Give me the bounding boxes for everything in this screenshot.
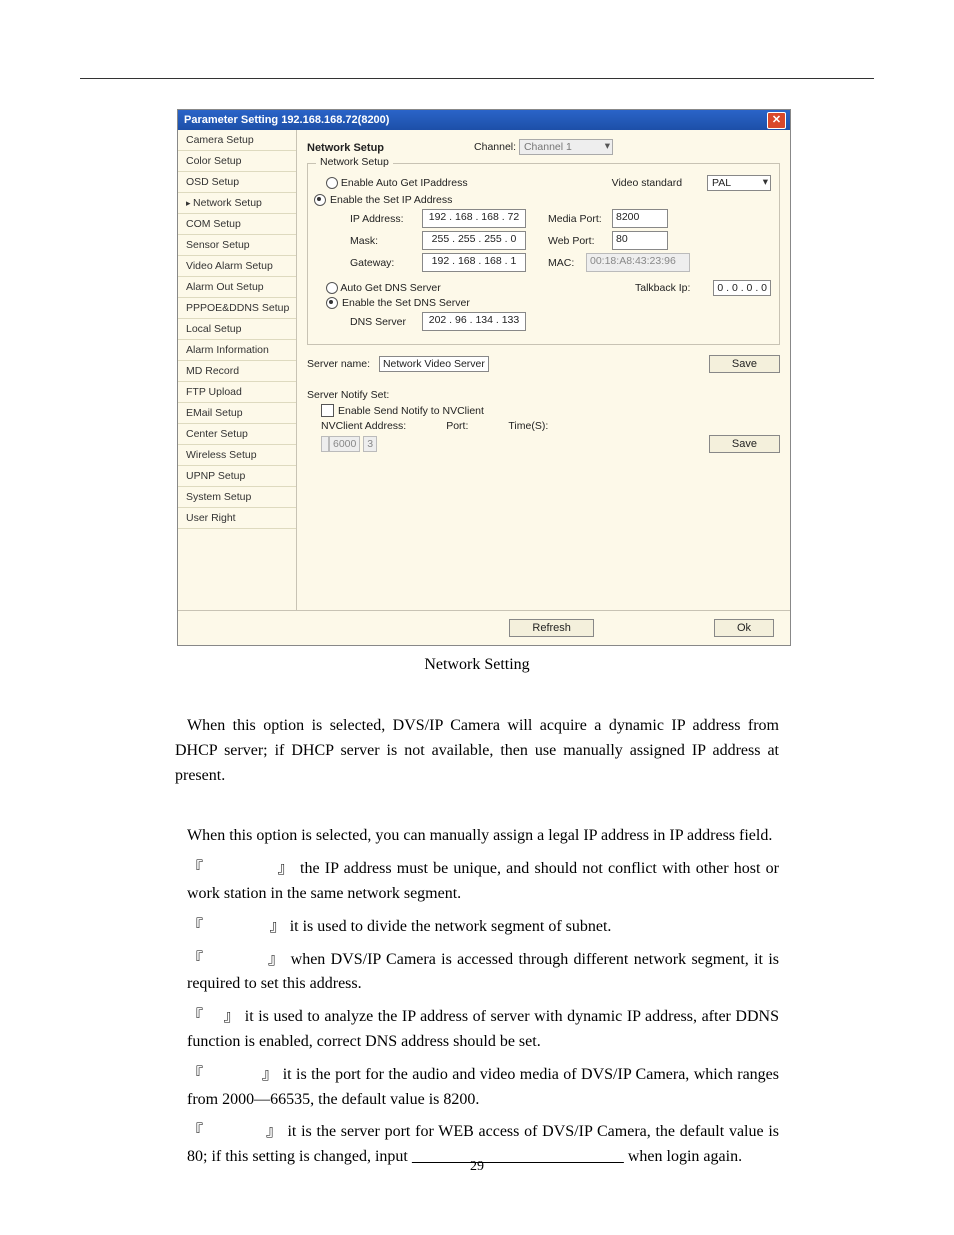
sidebar-item[interactable]: EMail Setup (178, 403, 296, 424)
sidebar-item[interactable]: UPNP Setup (178, 466, 296, 487)
dns-label: DNS Server (350, 316, 418, 328)
sidebar: Camera Setup Color Setup OSD Setup Netwo… (178, 130, 297, 610)
talkback-label: Talkback Ip: (635, 282, 690, 294)
sidebar-item[interactable]: User Right (178, 508, 296, 529)
nvclient-addr-input[interactable] (321, 436, 329, 452)
mac-label: MAC: (548, 257, 582, 269)
radio-set-dns-label: Enable the Set DNS Server (342, 297, 470, 309)
server-name-input[interactable]: Network Video Server (379, 356, 489, 372)
media-port-input[interactable]: 8200 (612, 209, 668, 228)
radio-auto-dns[interactable] (326, 282, 338, 294)
web-port-input[interactable]: 80 (612, 231, 668, 250)
web-port-label: Web Port: (548, 235, 608, 247)
window-title: Parameter Setting 192.168.168.72(8200) (184, 114, 389, 126)
sidebar-item[interactable]: Sensor Setup (178, 235, 296, 256)
network-setup-group: Network Setup Enable Auto Get IPaddress … (307, 163, 780, 345)
save-server-name-button[interactable]: Save (709, 355, 780, 373)
sidebar-item-network[interactable]: Network Setup (178, 193, 296, 214)
nvclient-port-label: Port: (446, 420, 468, 432)
nvclient-times-label: Time(S): (508, 420, 548, 432)
gateway-input[interactable]: 192 . 168 . 168 . 1 (422, 253, 526, 272)
nvclient-port-input[interactable]: 6000 (329, 436, 360, 452)
page-number: 29 (0, 1159, 954, 1175)
figure-caption: Network Setting (175, 656, 779, 674)
li-gateway: 『 』 when DVS/IP Camera is accessed throu… (187, 948, 779, 998)
sidebar-item[interactable]: PPPOE&DDNS Setup (178, 298, 296, 319)
parameter-settings-window: Parameter Setting 192.168.168.72(8200) ✕… (177, 109, 791, 646)
sidebar-item[interactable]: Alarm Information (178, 340, 296, 361)
enable-notify-checkbox[interactable] (321, 404, 334, 417)
bottom-bar: Refresh Ok (178, 610, 790, 645)
media-port-label: Media Port: (548, 213, 608, 225)
main-pane: Network Setup Channel: Channel 1 Network… (297, 130, 790, 610)
sidebar-item[interactable]: Local Setup (178, 319, 296, 340)
radio-set-dns[interactable] (326, 297, 338, 309)
radio-set-ip[interactable] (314, 194, 326, 206)
sidebar-item[interactable]: Center Setup (178, 424, 296, 445)
enable-notify-label: Enable Send Notify to NVClient (338, 405, 484, 417)
mask-label: Mask: (350, 235, 418, 247)
channel-label: Channel: (474, 141, 516, 153)
gateway-label: Gateway: (350, 257, 418, 269)
window-titlebar: Parameter Setting 192.168.168.72(8200) ✕ (178, 110, 790, 130)
ip-label: IP Address: (350, 213, 418, 225)
page-title: Network Setup (307, 142, 384, 154)
sidebar-item[interactable]: MD Record (178, 361, 296, 382)
paragraph-dhcp: When this option is selected, DVS/IP Cam… (175, 714, 779, 788)
li-dns: 『 』 it is used to analyze the IP address… (187, 1005, 779, 1055)
sidebar-item[interactable]: OSD Setup (178, 172, 296, 193)
ip-input[interactable]: 192 . 168 . 168 . 72 (422, 209, 526, 228)
mac-value: 00:18:A8:43:23:96 (586, 253, 690, 272)
talkback-input[interactable]: 0 . 0 . 0 . 0 (713, 280, 771, 296)
nvclient-addr-label: NVClient Address: (321, 420, 406, 432)
sidebar-item[interactable]: Camera Setup (178, 130, 296, 151)
sidebar-item[interactable]: System Setup (178, 487, 296, 508)
video-std-label: Video standard (612, 177, 682, 189)
radio-auto-dns-label: Auto Get DNS Server (340, 282, 440, 294)
mask-input[interactable]: 255 . 255 . 255 . 0 (422, 231, 526, 250)
paragraph-manual: When this option is selected, you can ma… (187, 824, 779, 849)
refresh-button[interactable]: Refresh (509, 619, 594, 637)
sidebar-item[interactable]: Alarm Out Setup (178, 277, 296, 298)
li-mask: 『 』 it is used to divide the network seg… (187, 915, 779, 940)
server-name-label: Server name: (307, 358, 370, 370)
dns-input[interactable]: 202 . 96 . 134 . 133 (422, 312, 526, 331)
radio-auto-ip-label: Enable Auto Get IPaddress (341, 177, 468, 189)
video-standard-select[interactable]: PAL (707, 175, 771, 191)
nvclient-times-input[interactable]: 3 (363, 436, 377, 452)
li-ip: 『 』 the IP address must be unique, and s… (187, 857, 779, 907)
sidebar-item[interactable]: Color Setup (178, 151, 296, 172)
radio-set-ip-label: Enable the Set IP Address (330, 194, 452, 206)
sidebar-item[interactable]: Video Alarm Setup (178, 256, 296, 277)
close-icon[interactable]: ✕ (767, 112, 786, 129)
save-notify-button[interactable]: Save (709, 435, 780, 453)
notify-heading: Server Notify Set: (307, 389, 780, 401)
top-rule (80, 78, 874, 79)
sidebar-item[interactable]: FTP Upload (178, 382, 296, 403)
ok-button[interactable]: Ok (714, 619, 774, 637)
radio-auto-ip[interactable] (326, 177, 338, 189)
channel-select[interactable]: Channel 1 (519, 139, 613, 155)
li-media-port: 『 』 it is the port for the audio and vid… (187, 1063, 779, 1113)
group-legend: Network Setup (316, 156, 393, 168)
sidebar-item[interactable]: Wireless Setup (178, 445, 296, 466)
sidebar-item[interactable]: COM Setup (178, 214, 296, 235)
